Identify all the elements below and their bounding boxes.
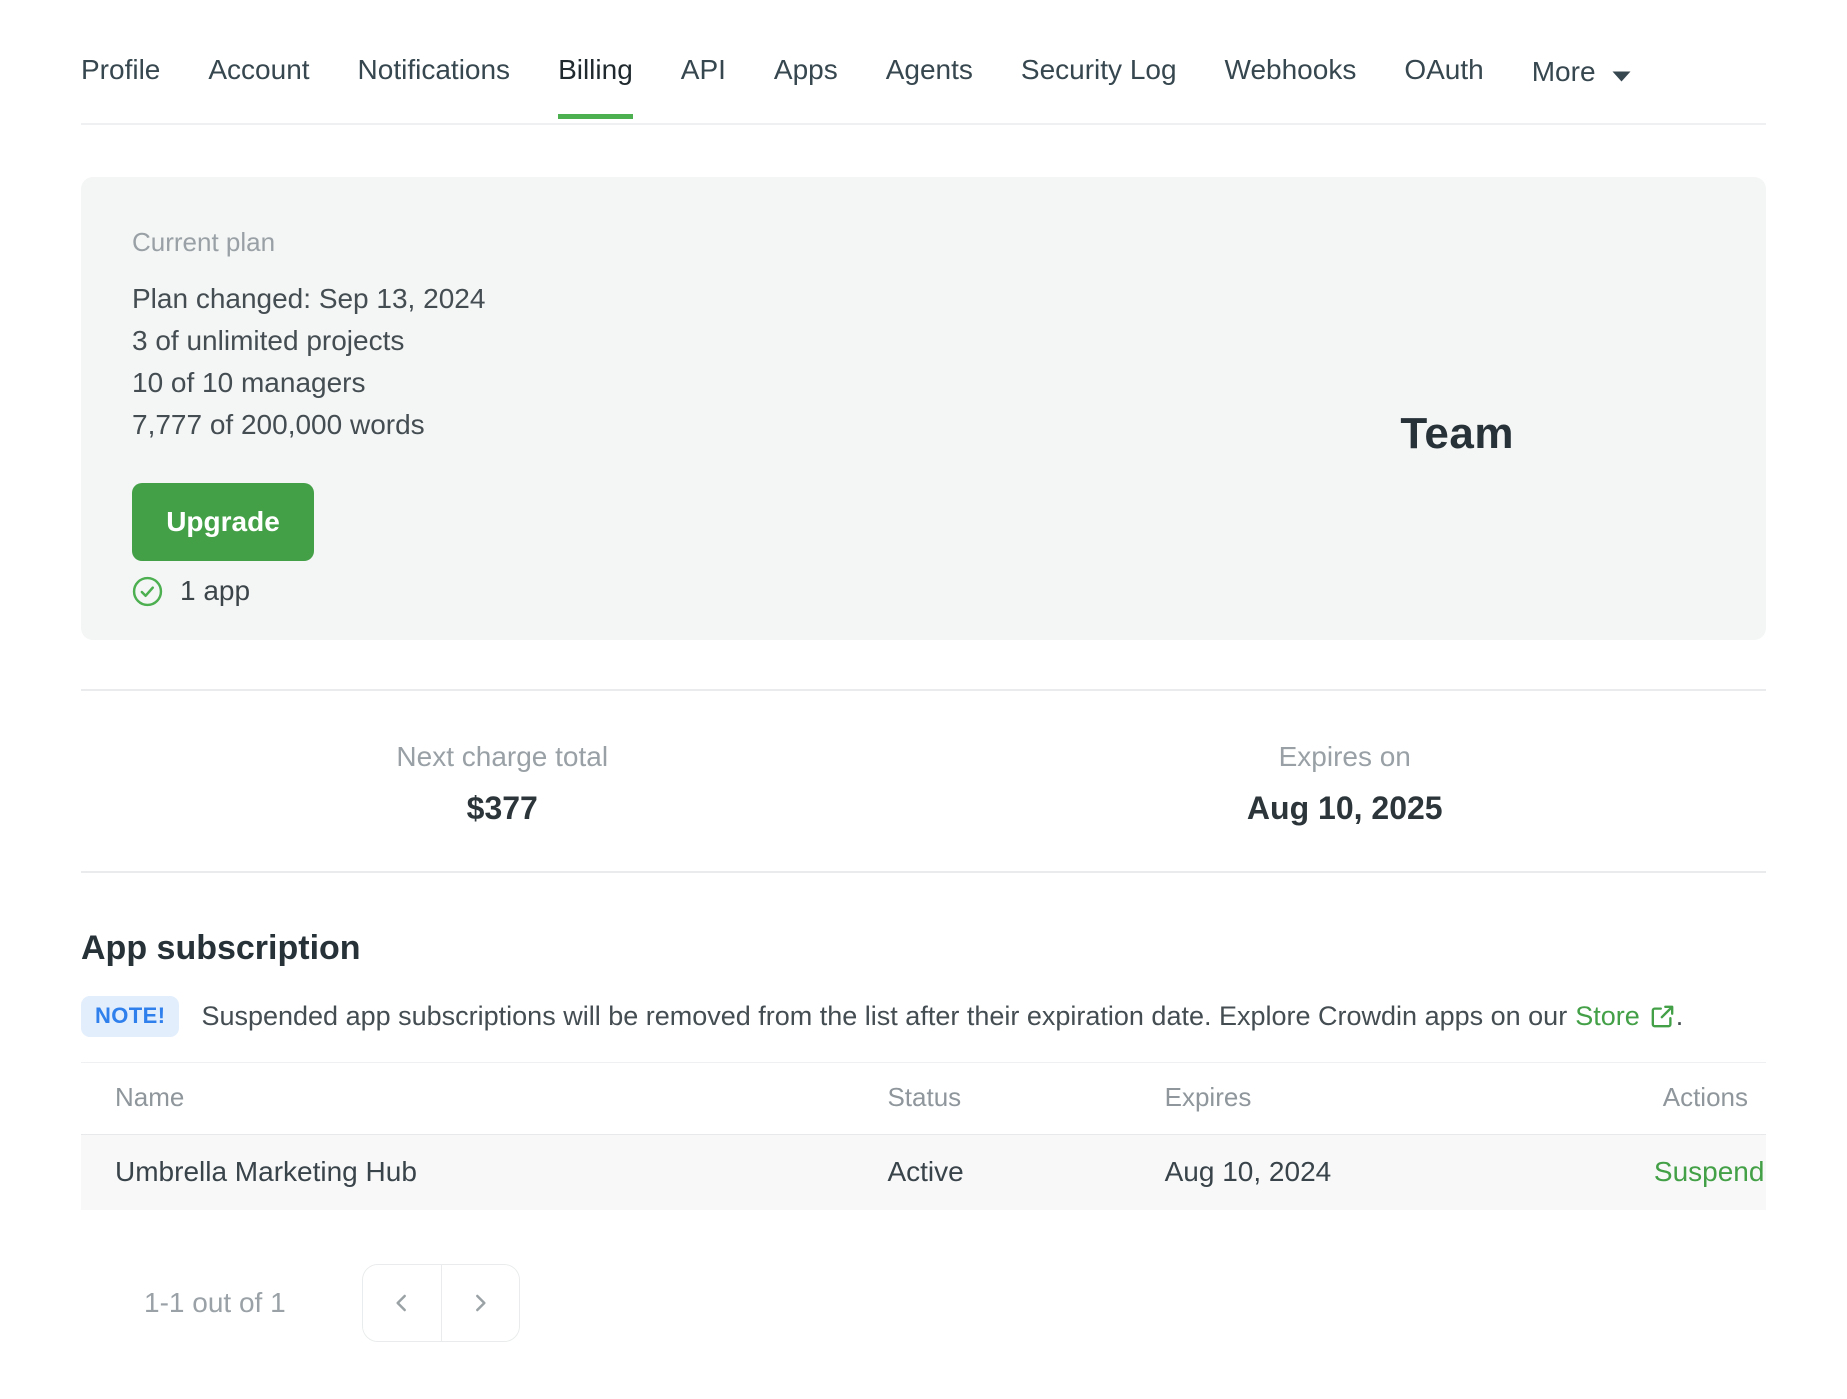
tab-api[interactable]: API: [681, 54, 726, 119]
next-charge-block: Next charge total $377: [81, 741, 924, 827]
expires-on-value: Aug 10, 2025: [1246, 790, 1443, 826]
current-plan-card: Current plan Plan changed: Sep 13, 2024 …: [81, 177, 1766, 640]
cell-app-actions: Suspend: [1653, 1134, 1766, 1210]
col-header-actions: Actions: [1653, 1062, 1766, 1136]
tab-more-label: More: [1531, 56, 1596, 87]
pagination-next-button[interactable]: [440, 1264, 519, 1341]
upgrade-button[interactable]: Upgrade: [132, 483, 314, 561]
expires-on-block: Expires on Aug 10, 2025: [924, 741, 1767, 827]
suspend-link[interactable]: Suspend: [1654, 1156, 1765, 1187]
tab-agents[interactable]: Agents: [886, 54, 973, 119]
billing-settings-page: Profile Account Notifications Billing AP…: [0, 0, 1847, 1342]
tab-profile[interactable]: Profile: [81, 54, 160, 119]
plan-changed-line: Plan changed: Sep 13, 2024: [132, 283, 486, 314]
chevron-right-icon: [467, 1290, 493, 1316]
plan-managers-line: 10 of 10 managers: [132, 367, 366, 398]
billing-summary: Next charge total $377 Expires on Aug 10…: [81, 689, 1766, 873]
app-subscription-title: App subscription: [81, 929, 361, 967]
note-badge: NOTE!: [81, 996, 180, 1038]
tab-account[interactable]: Account: [208, 54, 309, 119]
cell-app-status: Active: [887, 1134, 1165, 1210]
tab-apps[interactable]: Apps: [774, 54, 838, 119]
plan-apps-count: 1 app: [180, 575, 251, 606]
table-row: Umbrella Marketing Hub Active Aug 10, 20…: [81, 1134, 1766, 1210]
chevron-left-icon: [389, 1290, 415, 1316]
plan-usage-lines: Plan changed: Sep 13, 2024 3 of unlimite…: [132, 278, 485, 446]
plan-details: Current plan Plan changed: Sep 13, 2024 …: [132, 227, 485, 640]
plan-name-area: Team: [1400, 227, 1710, 640]
store-link-label: Store: [1575, 1001, 1640, 1032]
plan-card-label: Current plan: [132, 227, 276, 257]
settings-tab-bar: Profile Account Notifications Billing AP…: [81, 0, 1766, 125]
tab-notifications[interactable]: Notifications: [358, 54, 511, 119]
pagination-controls: [361, 1263, 520, 1342]
caret-down-icon: [1611, 58, 1632, 90]
table-header: Name Status Expires Actions: [81, 1062, 1766, 1136]
note-text-period: .: [1675, 1001, 1684, 1032]
col-header-status: Status: [887, 1062, 1165, 1136]
external-link-icon: [1649, 1003, 1676, 1030]
subscription-note: NOTE! Suspended app subscriptions will b…: [81, 996, 1766, 1038]
app-subscription-table: Name Status Expires Actions Umbrella Mar…: [81, 1062, 1766, 1210]
plan-name: Team: [1400, 408, 1514, 458]
col-header-expires: Expires: [1164, 1062, 1654, 1136]
note-text-body: Suspended app subscriptions will be remo…: [201, 1001, 1568, 1032]
plan-words-line: 7,777 of 200,000 words: [132, 409, 425, 440]
col-header-name: Name: [81, 1062, 888, 1136]
cell-app-name: Umbrella Marketing Hub: [81, 1134, 888, 1210]
pagination: 1-1 out of 1: [81, 1263, 1766, 1342]
expires-on-label: Expires on: [1278, 741, 1411, 772]
tab-billing[interactable]: Billing: [558, 54, 633, 119]
tab-oauth[interactable]: OAuth: [1404, 54, 1483, 119]
store-link[interactable]: Store: [1575, 1001, 1676, 1032]
pagination-prev-button[interactable]: [362, 1264, 441, 1341]
tab-more[interactable]: More: [1532, 54, 1632, 123]
cell-app-expires: Aug 10, 2024: [1164, 1134, 1654, 1210]
pagination-range-label: 1-1 out of 1: [144, 1286, 286, 1318]
check-circle-icon: [132, 576, 163, 607]
note-text: Suspended app subscriptions will be remo…: [201, 1001, 1683, 1032]
plan-apps-row: 1 app: [132, 575, 485, 607]
next-charge-value: $377: [466, 790, 538, 826]
tab-webhooks[interactable]: Webhooks: [1225, 54, 1357, 119]
plan-projects-line: 3 of unlimited projects: [132, 325, 405, 356]
tab-security-log[interactable]: Security Log: [1021, 54, 1177, 119]
next-charge-label: Next charge total: [396, 741, 609, 772]
